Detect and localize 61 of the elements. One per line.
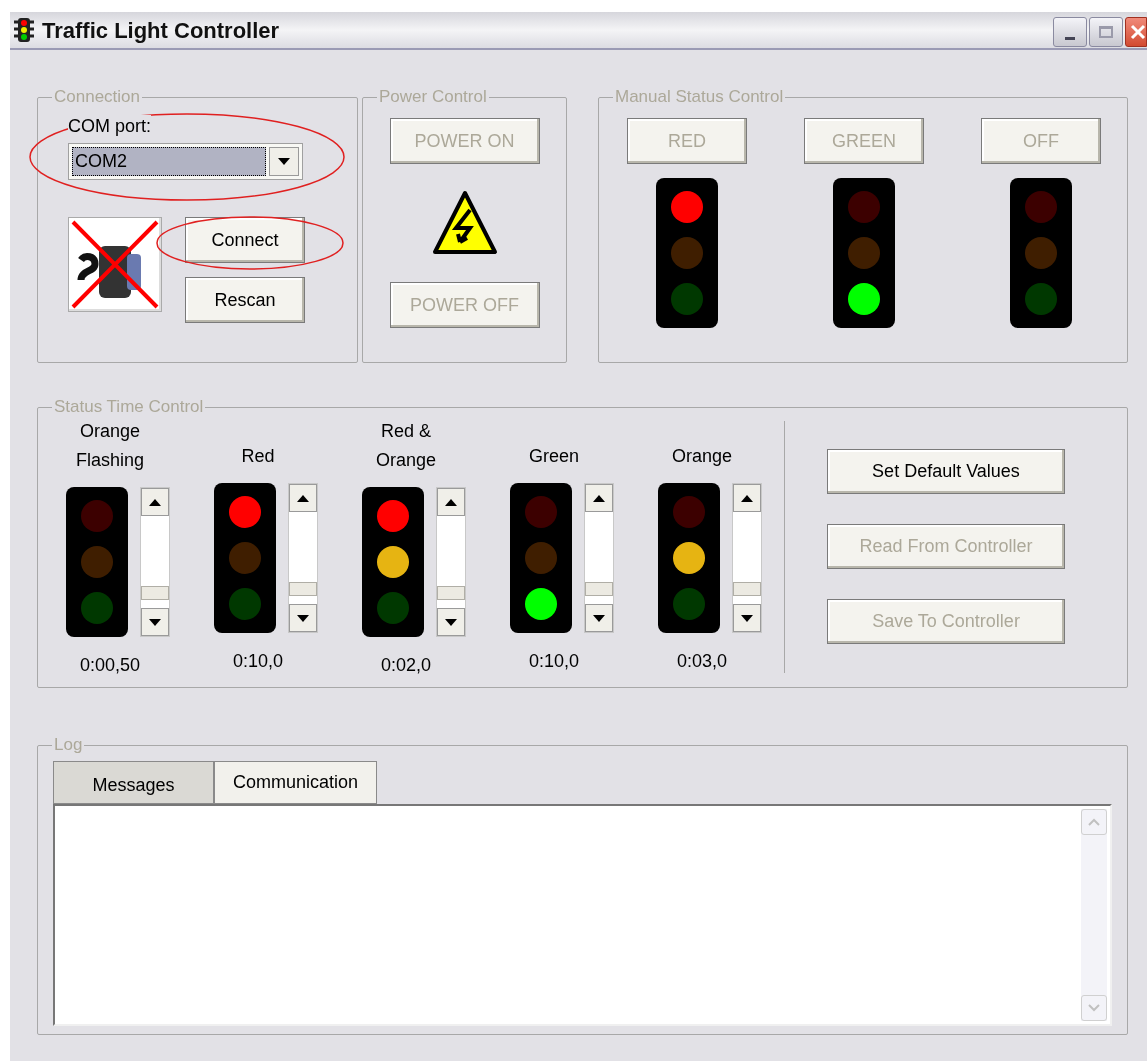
caret-icon (278, 158, 290, 165)
button[interactable]: Set Default Values (827, 449, 1065, 494)
vertical-scrollbar[interactable] (140, 487, 170, 637)
button[interactable]: Rescan (185, 277, 305, 323)
group-title: Connection (53, 87, 141, 107)
down-arrow-icon (593, 614, 605, 622)
scroll-down-button[interactable] (141, 608, 169, 636)
close-button[interactable] (1125, 17, 1147, 47)
scroll-down-button[interactable] (437, 608, 465, 636)
down-arrow-icon (149, 618, 161, 626)
scroll-thumb[interactable] (141, 586, 169, 600)
group-title: Status Time Control (53, 397, 205, 417)
vertical-scrollbar[interactable] (436, 487, 466, 637)
scroll-up-button[interactable] (585, 484, 613, 512)
vertical-scrollbar[interactable] (732, 483, 762, 633)
state-label: Orange Flashing (74, 420, 145, 472)
scroll-thumb[interactable] (733, 582, 761, 596)
duration-value: 0:10,0 (231, 650, 284, 673)
down-arrow-icon (297, 614, 309, 622)
group-title: Power Control (378, 87, 488, 107)
scroll-up-button[interactable] (289, 484, 317, 512)
group-title: Manual Status Control (614, 87, 785, 107)
up-arrow-icon (741, 494, 753, 502)
down-arrow-icon (741, 614, 753, 622)
down-arrow-icon (445, 618, 457, 626)
duration-value: 0:02,0 (379, 654, 432, 677)
minimize-button[interactable] (1053, 17, 1087, 47)
high-voltage-icon (431, 190, 498, 256)
scroll-thumb[interactable] (289, 582, 317, 596)
field-label: COM port: (68, 115, 151, 137)
scroll-up-button[interactable] (141, 488, 169, 516)
state-label: Orange (670, 445, 733, 468)
scroll-down-button[interactable] (585, 604, 613, 632)
state-label: Red & Orange (374, 420, 437, 472)
traffic-light-icon (12, 18, 36, 42)
window-title: Traffic Light Controller (42, 16, 280, 45)
up-arrow-icon (297, 494, 309, 502)
vertical-scrollbar[interactable] (288, 483, 318, 633)
scroll-up-button[interactable] (437, 488, 465, 516)
duration-value: 0:00,50 (78, 654, 142, 677)
dropdown-arrow-button[interactable] (269, 147, 299, 176)
up-arrow-icon (445, 498, 457, 506)
tab[interactable]: Communication (214, 761, 377, 804)
scroll-up-button[interactable] (733, 484, 761, 512)
scroll-thumb[interactable] (437, 586, 465, 600)
group-title: Log (53, 735, 84, 755)
scroll-thumb[interactable] (585, 582, 613, 596)
state-label: Red (240, 445, 276, 468)
tab[interactable]: Messages (53, 761, 214, 804)
button[interactable]: Connect (185, 217, 305, 263)
up-arrow-icon (149, 498, 161, 506)
close-icon (1130, 24, 1146, 40)
com-port-dropdown[interactable]: COM2 (68, 143, 303, 180)
duration-value: 0:03,0 (675, 650, 728, 673)
disconnected-plug-icon (68, 217, 162, 312)
up-arrow-icon (593, 494, 605, 502)
scroll-down-button[interactable] (733, 604, 761, 632)
duration-value: 0:10,0 (527, 650, 580, 673)
state-label: Green (528, 445, 580, 468)
vertical-scrollbar[interactable] (584, 483, 614, 633)
scroll-down-button[interactable] (289, 604, 317, 632)
